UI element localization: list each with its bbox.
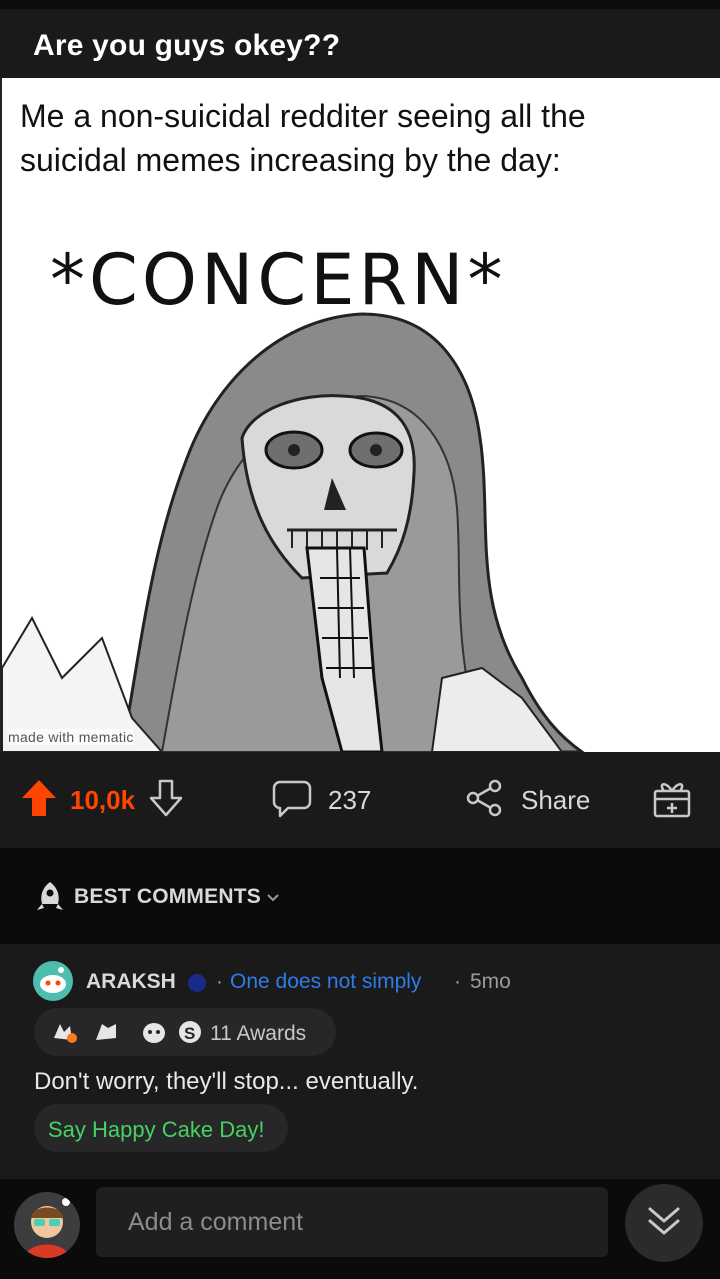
- share-button[interactable]: Share: [465, 778, 590, 822]
- awards-pill[interactable]: S 11 Awards: [34, 1008, 336, 1056]
- user-flair: One does not simply: [230, 970, 422, 993]
- user-avatar[interactable]: [14, 1192, 80, 1258]
- comment: ARAKSH · One does not simply · 5mo S 11 …: [0, 944, 720, 1179]
- flair-emoji: [188, 974, 206, 992]
- award-button[interactable]: [652, 778, 692, 822]
- downvote-icon[interactable]: [149, 779, 183, 822]
- chevron-down-icon: [266, 890, 280, 908]
- comment-composer: [0, 1179, 720, 1279]
- upvote-count: 10,0k: [70, 784, 136, 815]
- comment-age: 5mo: [470, 970, 511, 993]
- share-icon: [465, 778, 505, 823]
- award-icon: [652, 777, 692, 824]
- post-action-bar: 10,0k 237 Share: [0, 752, 720, 848]
- add-comment-input[interactable]: [96, 1187, 608, 1257]
- comment-body: Don't worry, they'll stop... eventually.: [34, 1068, 419, 1095]
- comment-icon: [272, 778, 312, 823]
- comment-author[interactable]: ARAKSH: [86, 970, 176, 994]
- meme-caption: Me a non-suicidal redditer seeing all th…: [20, 98, 586, 178]
- snoo-avatar-icon[interactable]: [32, 960, 74, 1007]
- upvote-icon[interactable]: [20, 778, 58, 823]
- post-image[interactable]: *CONCERN* Me a non-suicidal redditer see…: [0, 78, 720, 752]
- rocket-icon: [34, 880, 66, 917]
- award-badges-icon: S: [54, 1021, 201, 1043]
- happy-cake-day-button[interactable]: Say Happy Cake Day!: [34, 1104, 288, 1152]
- svg-text:S: S: [184, 1024, 195, 1043]
- comments-count: 237: [328, 784, 372, 815]
- post-title-bar: Are you guys okey??: [0, 0, 720, 78]
- happy-cake-day-label: Say Happy Cake Day!: [48, 1117, 265, 1142]
- post-title[interactable]: Are you guys okey??: [33, 29, 340, 63]
- meme-headline: *CONCERN*: [50, 239, 506, 321]
- vote-group: 10,0k: [20, 778, 183, 822]
- collapse-button[interactable]: [625, 1184, 703, 1262]
- collapse-chevrons-icon: [644, 1203, 684, 1244]
- share-label: Share: [521, 784, 591, 815]
- sort-label: BEST COMMENTS: [74, 885, 261, 908]
- awards-count: 11 Awards: [210, 1022, 307, 1045]
- comments-button[interactable]: 237: [272, 778, 371, 822]
- meme-watermark: made with mematic: [8, 729, 134, 745]
- comment-sort-bar[interactable]: BEST COMMENTS: [0, 848, 720, 944]
